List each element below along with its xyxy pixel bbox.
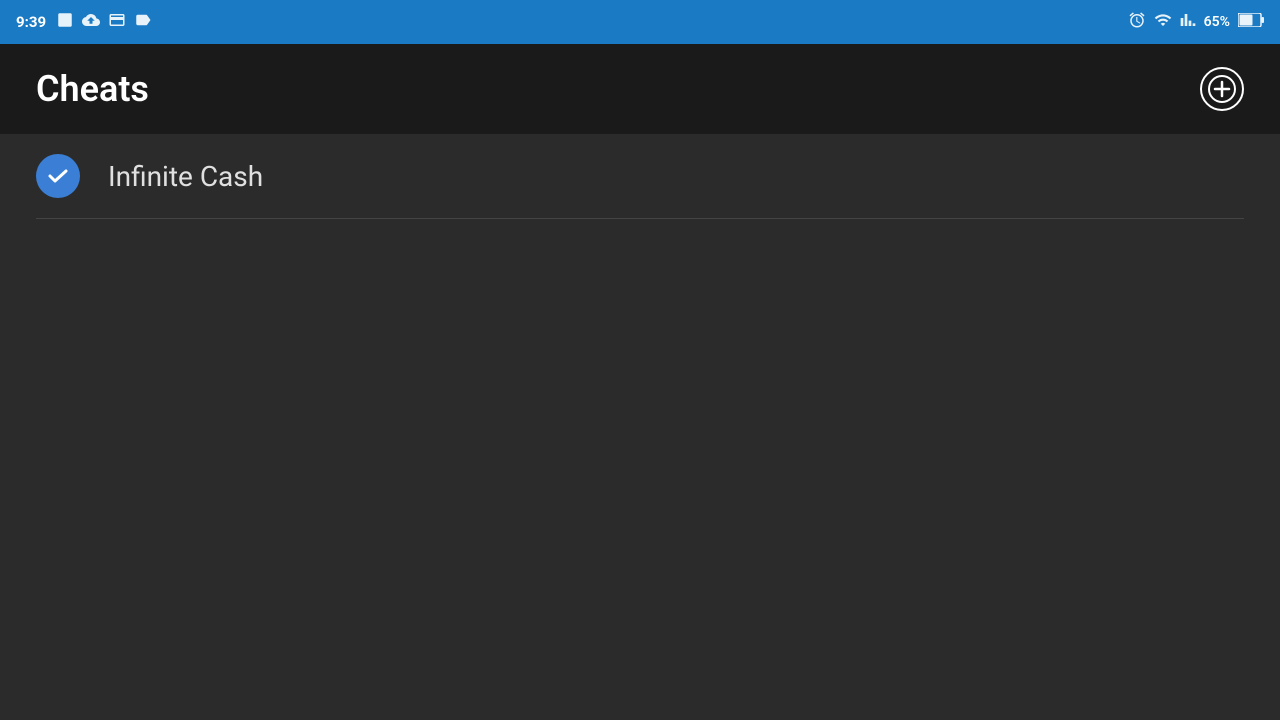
cheat-enabled-icon <box>36 154 80 198</box>
card-icon <box>108 11 126 33</box>
alarm-icon <box>1128 11 1146 33</box>
photo-icon <box>56 11 74 33</box>
battery-percent: 65% <box>1204 14 1230 30</box>
signal-icon <box>1180 12 1196 32</box>
list-item[interactable]: Infinite Cash <box>0 134 1280 218</box>
status-bar-left: 9:39 <box>16 11 152 33</box>
add-cheat-button[interactable] <box>1200 67 1244 111</box>
upload-icon <box>82 11 100 33</box>
tag-icon <box>134 11 152 33</box>
list-divider <box>36 218 1244 219</box>
wifi-icon <box>1154 11 1172 33</box>
checkmark-icon <box>46 164 70 188</box>
status-bar: 9:39 <box>0 0 1280 44</box>
cheats-list: Infinite Cash <box>0 134 1280 219</box>
page-title: Cheats <box>36 68 149 110</box>
status-icons <box>56 11 152 33</box>
status-time: 9:39 <box>16 13 46 31</box>
status-bar-right: 65% <box>1128 11 1264 33</box>
cheat-label: Infinite Cash <box>108 160 263 193</box>
plus-icon <box>1208 75 1236 103</box>
title-bar: Cheats <box>0 44 1280 134</box>
battery-icon <box>1238 13 1264 31</box>
